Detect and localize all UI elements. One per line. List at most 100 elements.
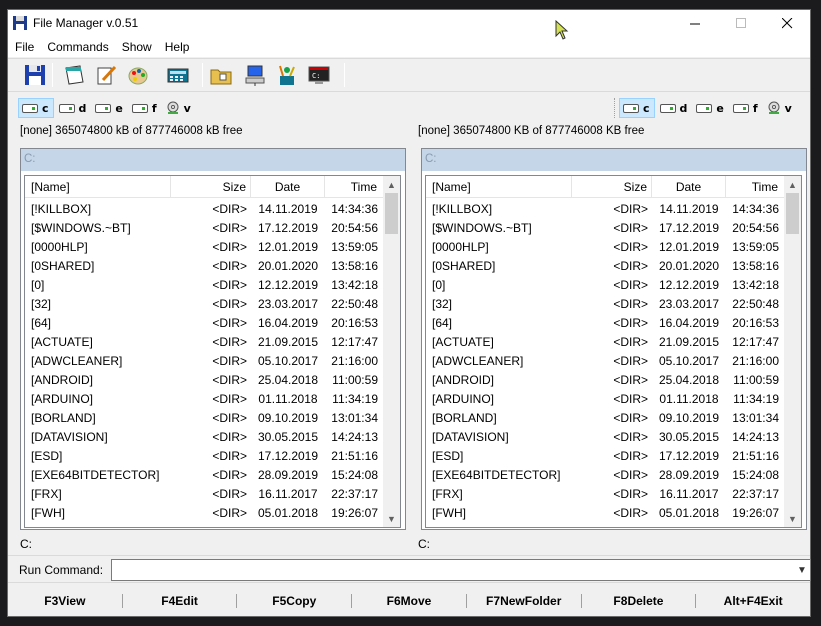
fkey-newfolder-button[interactable]: F7 NewFolder [467, 594, 582, 608]
drive-button-v[interactable]: v [764, 98, 796, 118]
table-row[interactable]: [0SHARED] <DIR> 20.01.2020 13:58:16 [426, 256, 786, 275]
column-header-size[interactable]: Size [572, 176, 652, 198]
notes-icon[interactable] [61, 62, 87, 88]
drive-bar-right: c d e f v [614, 96, 798, 120]
drive-button-v[interactable]: v [163, 98, 195, 118]
file-name: [0000HLP] [432, 240, 489, 254]
table-row[interactable]: [BORLAND] <DIR> 09.10.2019 13:01:34 [25, 408, 385, 427]
notepad-pencil-icon[interactable] [93, 62, 119, 88]
table-row[interactable]: [!KILLBOX] <DIR> 14.11.2019 14:34:36 [426, 199, 786, 218]
menu-commands[interactable]: Commands [40, 37, 114, 57]
column-header-time[interactable]: Time [726, 176, 786, 198]
column-header-time[interactable]: Time [325, 176, 385, 198]
table-row[interactable]: [EXE64BITDETECTOR] <DIR> 28.09.2019 15:24:0… [426, 465, 786, 484]
table-row[interactable]: [FRX] <DIR> 16.11.2017 22:37:17 [25, 484, 385, 503]
table-row[interactable]: [$WINDOWS.~BT] <DIR> 17.12.2019 20:54:56 [25, 218, 385, 237]
fkey-view-button[interactable]: F3 View [8, 594, 123, 608]
chevron-down-icon[interactable]: ▼ [794, 560, 810, 580]
fkey-delete-button[interactable]: F8 Delete [582, 594, 697, 608]
table-row[interactable]: [BORLAND] <DIR> 09.10.2019 13:01:34 [426, 408, 786, 427]
scroll-down-arrow-icon[interactable]: ▼ [383, 510, 400, 527]
table-row[interactable]: [FWH] <DIR> 05.01.2018 19:26:07 [25, 503, 385, 522]
drive-button-c[interactable]: c [18, 98, 54, 118]
table-row[interactable]: [ESD] <DIR> 17.12.2019 21:51:16 [25, 446, 385, 465]
title-bar[interactable]: File Manager v.0.51 [8, 10, 810, 37]
fkey-edit-button[interactable]: F4 Edit [123, 594, 238, 608]
path-bar[interactable]: C: [422, 149, 806, 171]
folder-search-icon[interactable] [208, 62, 234, 88]
table-row[interactable]: [EXE64BITDETECTOR] <DIR> 28.09.2019 15:24:0… [25, 465, 385, 484]
fkey-exit-button[interactable]: Alt+F4 Exit [696, 594, 810, 608]
path-bar[interactable]: C: [21, 149, 405, 171]
file-list[interactable]: [Name] Size Date Time [!KILLBOX] <DIR> 14.… [24, 175, 401, 528]
table-row[interactable]: [!KILLBOX] <DIR> 14.11.2019 14:34:36 [25, 199, 385, 218]
scroll-up-arrow-icon[interactable]: ▲ [383, 176, 400, 193]
fkey-move-button[interactable]: F6 Move [352, 594, 467, 608]
menu-file[interactable]: File [8, 37, 40, 57]
fkey-label: Copy [286, 594, 317, 608]
table-row[interactable]: [0SHARED] <DIR> 20.01.2020 13:58:16 [25, 256, 385, 275]
calculator-icon[interactable] [165, 62, 191, 88]
column-header-date[interactable]: Date [251, 176, 325, 198]
vertical-scrollbar[interactable]: ▲ ▼ [784, 176, 801, 527]
column-header-size[interactable]: Size [171, 176, 251, 198]
table-row[interactable]: [64] <DIR> 16.04.2019 20:16:53 [25, 313, 385, 332]
hard-drive-icon [696, 103, 713, 113]
table-row[interactable]: [0] <DIR> 12.12.2019 13:42:18 [426, 275, 786, 294]
table-row[interactable]: [ANDROID] <DIR> 25.04.2018 11:00:59 [25, 370, 385, 389]
command-prompt-icon[interactable]: C: [306, 62, 332, 88]
file-time: 21:16:00 [331, 354, 378, 368]
maximize-button[interactable] [718, 10, 764, 37]
vertical-scrollbar[interactable]: ▲ ▼ [383, 176, 400, 527]
table-row[interactable]: [64] <DIR> 16.04.2019 20:16:53 [426, 313, 786, 332]
save-disk-icon[interactable] [22, 62, 48, 88]
file-list[interactable]: [Name] Size Date Time [!KILLBOX] <DIR> 14.… [425, 175, 802, 528]
file-time: 14:24:13 [732, 430, 779, 444]
table-row[interactable]: [0000HLP] <DIR> 12.01.2019 13:59:05 [25, 237, 385, 256]
table-row[interactable]: [32] <DIR> 23.03.2017 22:50:48 [25, 294, 385, 313]
table-row[interactable]: [FWH] <DIR> 05.01.2018 19:26:07 [426, 503, 786, 522]
table-row[interactable]: [DATAVISION] <DIR> 30.05.2015 14:24:13 [426, 427, 786, 446]
network-computer-icon[interactable] [242, 62, 268, 88]
table-row[interactable]: [ESD] <DIR> 17.12.2019 21:51:16 [426, 446, 786, 465]
menu-show[interactable]: Show [115, 37, 158, 57]
table-row[interactable]: [ACTUATE] <DIR> 21.09.2015 12:17:47 [25, 332, 385, 351]
table-row[interactable]: [ARDUINO] <DIR> 01.11.2018 11:34:19 [426, 389, 786, 408]
file-date: 12.12.2019 [658, 278, 720, 292]
table-row[interactable]: [ANDROID] <DIR> 25.04.2018 11:00:59 [426, 370, 786, 389]
column-header-name[interactable]: [Name] [426, 176, 572, 198]
fkey-copy-button[interactable]: F5 Copy [237, 594, 353, 608]
scroll-thumb[interactable] [786, 193, 799, 234]
table-row[interactable]: [ADWCLEANER] <DIR> 05.10.2017 21:16:00 [25, 351, 385, 370]
scroll-up-arrow-icon[interactable]: ▲ [784, 176, 801, 193]
table-row[interactable]: [ADWCLEANER] <DIR> 05.10.2017 21:16:00 [426, 351, 786, 370]
table-row[interactable]: [0000HLP] <DIR> 12.01.2019 13:59:05 [426, 237, 786, 256]
control-panel-icon[interactable] [274, 62, 300, 88]
table-row[interactable]: [0] <DIR> 12.12.2019 13:42:18 [25, 275, 385, 294]
table-row[interactable]: [$WINDOWS.~BT] <DIR> 17.12.2019 20:54:56 [426, 218, 786, 237]
minimize-button[interactable] [672, 10, 718, 37]
table-row[interactable]: [FRX] <DIR> 16.11.2017 22:37:17 [426, 484, 786, 503]
column-header-date[interactable]: Date [652, 176, 726, 198]
scroll-down-arrow-icon[interactable]: ▼ [784, 510, 801, 527]
drive-button-c[interactable]: c [619, 98, 655, 118]
scroll-thumb[interactable] [385, 193, 398, 234]
table-row[interactable]: [ACTUATE] <DIR> 21.09.2015 12:17:47 [426, 332, 786, 351]
file-time: 20:16:53 [732, 316, 779, 330]
drive-button-f[interactable]: f [730, 98, 762, 118]
drive-button-e[interactable]: e [693, 98, 727, 118]
menu-help[interactable]: Help [158, 37, 196, 57]
table-row[interactable]: [32] <DIR> 23.03.2017 22:50:48 [426, 294, 786, 313]
drive-button-d[interactable]: d [56, 98, 91, 118]
column-header-name[interactable]: [Name] [25, 176, 171, 198]
paint-palette-icon[interactable] [125, 62, 151, 88]
table-row[interactable]: [ARDUINO] <DIR> 01.11.2018 11:34:19 [25, 389, 385, 408]
file-size: <DIR> [212, 297, 247, 311]
close-button[interactable] [764, 10, 810, 37]
run-command-input[interactable] [111, 559, 811, 581]
drive-button-f[interactable]: f [129, 98, 161, 118]
table-row[interactable]: [DATAVISION] <DIR> 30.05.2015 14:24:13 [25, 427, 385, 446]
drive-bar-grip[interactable] [614, 98, 617, 118]
drive-button-d[interactable]: d [657, 98, 692, 118]
drive-button-e[interactable]: e [92, 98, 126, 118]
